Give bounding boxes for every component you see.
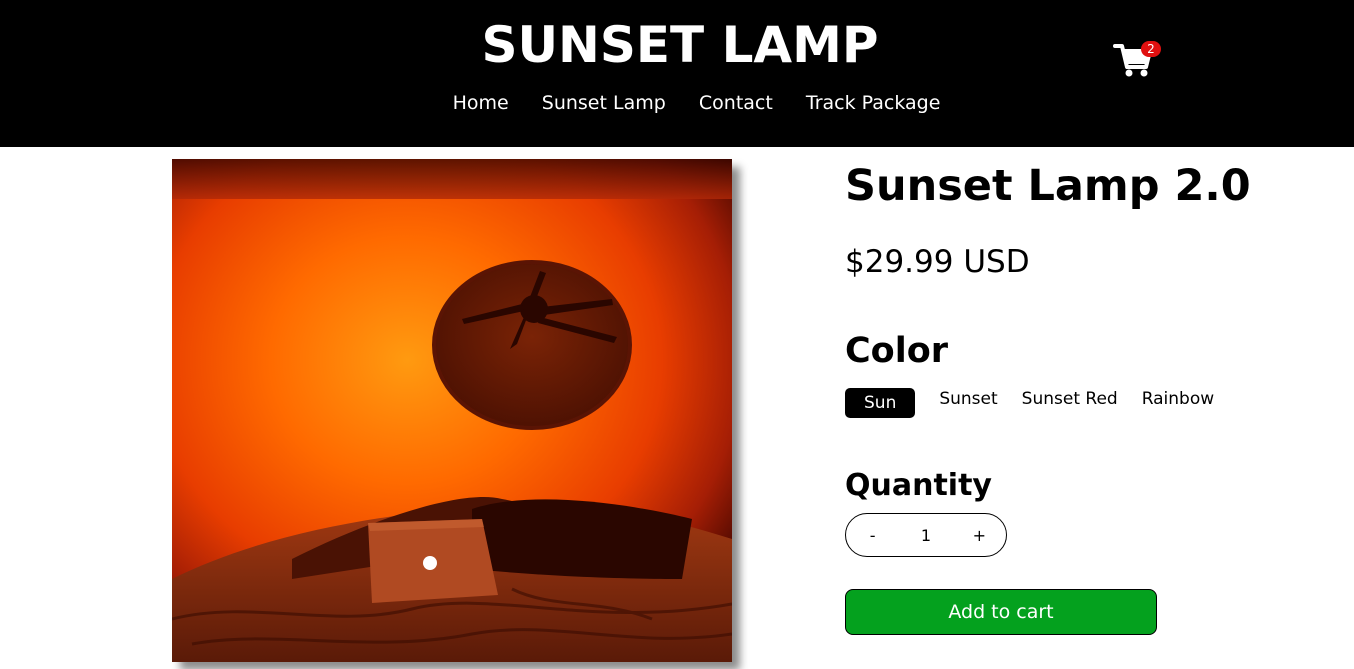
color-option-sun[interactable]: Sun <box>845 388 916 418</box>
quantity-decrease-button[interactable]: - <box>846 526 899 545</box>
color-option-sunset[interactable]: Sunset <box>927 384 1009 414</box>
nav-home[interactable]: Home <box>453 89 509 117</box>
add-to-cart-button[interactable]: Add to cart <box>845 589 1157 635</box>
nav-sunset-lamp[interactable]: Sunset Lamp <box>542 89 666 117</box>
product-title: Sunset Lamp 2.0 <box>845 161 1251 211</box>
color-options: Sun Sunset Sunset Red Rainbow <box>845 384 1226 420</box>
product-image <box>172 159 732 662</box>
quantity-heading: Quantity <box>845 468 992 503</box>
nav-track-package[interactable]: Track Package <box>806 89 941 117</box>
nav-contact[interactable]: Contact <box>699 89 773 117</box>
cart-count-badge: 2 <box>1141 41 1161 57</box>
color-heading: Color <box>845 331 949 371</box>
color-option-sunset-red[interactable]: Sunset Red <box>1010 384 1130 414</box>
main-nav: Home Sunset Lamp Contact Track Package <box>0 89 1354 117</box>
product-price: $29.99 USD <box>845 244 1030 280</box>
site-header: SUNSET LAMP Home Sunset Lamp Contact Tra… <box>0 0 1354 147</box>
color-option-rainbow[interactable]: Rainbow <box>1130 384 1226 414</box>
quantity-stepper: - 1 + <box>845 513 1007 557</box>
quantity-value[interactable]: 1 <box>899 526 952 545</box>
quantity-increase-button[interactable]: + <box>953 526 1006 545</box>
